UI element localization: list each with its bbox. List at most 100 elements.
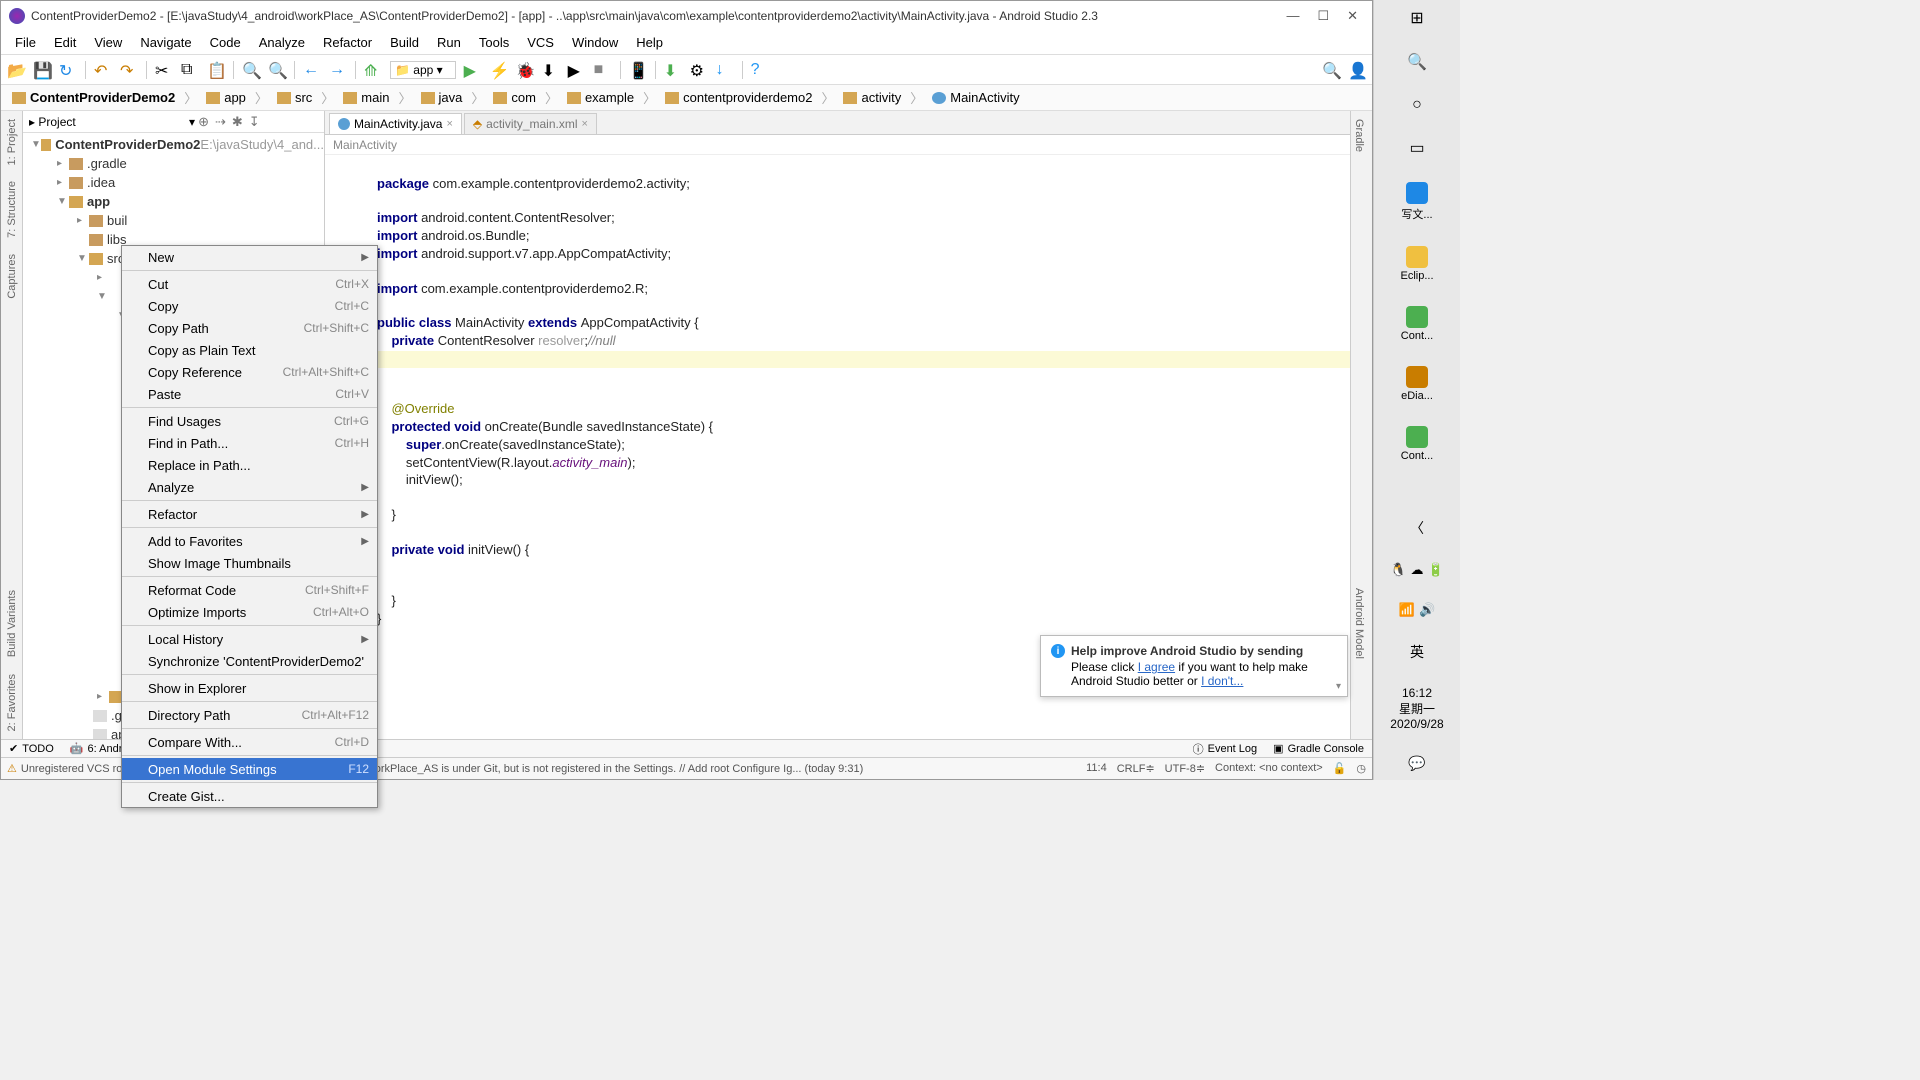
crumb-com[interactable]: com: [486, 87, 543, 108]
profile-icon[interactable]: 🐞: [516, 61, 534, 79]
ctx-optimize-imports[interactable]: Optimize ImportsCtrl+Alt+O: [122, 601, 377, 623]
troubleshoot-icon[interactable]: ↓: [716, 61, 734, 79]
cortana-icon[interactable]: ○: [1412, 96, 1422, 114]
help-icon[interactable]: ?: [751, 61, 769, 79]
close-button[interactable]: ✕: [1347, 8, 1358, 24]
menu-vcs[interactable]: VCS: [519, 33, 562, 52]
ctx-add-to-favorites[interactable]: Add to Favorites▶: [122, 530, 377, 552]
clock[interactable]: 16:12 星期一 2020/9/28: [1390, 686, 1443, 731]
tab-captures[interactable]: Captures: [4, 246, 20, 307]
search-icon[interactable]: 🔍: [1407, 52, 1427, 72]
action-center-icon[interactable]: 💬: [1408, 755, 1425, 772]
taskbar-app[interactable]: Cont...: [1401, 426, 1433, 462]
view-mode-selector[interactable]: ▸ Project ▾: [29, 115, 195, 129]
ctx-find-in-path[interactable]: Find in Path...Ctrl+H: [122, 432, 377, 454]
tray-icons[interactable]: 🐧☁🔋: [1390, 562, 1443, 578]
crumb-src[interactable]: src: [270, 87, 319, 108]
crumb-example[interactable]: example: [560, 87, 641, 108]
search-everywhere-icon[interactable]: 🔍: [1322, 61, 1340, 79]
menu-help[interactable]: Help: [628, 33, 671, 52]
menu-analyze[interactable]: Analyze: [251, 33, 313, 52]
crumb-java[interactable]: java: [414, 87, 470, 108]
proc-icon[interactable]: ◷: [1356, 762, 1366, 775]
paste-icon[interactable]: 📋: [207, 61, 225, 79]
scroll-to-icon[interactable]: ⊕: [195, 114, 212, 130]
replace-icon[interactable]: 🔍: [268, 61, 286, 79]
settings-icon[interactable]: ✱: [229, 114, 246, 130]
ctx-copy-as-plain-text[interactable]: Copy as Plain Text: [122, 339, 377, 361]
undo-icon[interactable]: ↶: [94, 61, 112, 79]
crumb-activity[interactable]: activity: [836, 87, 908, 108]
ctx-copy-path[interactable]: Copy PathCtrl+Shift+C: [122, 317, 377, 339]
tab-project[interactable]: 1: Project: [4, 111, 20, 173]
tab-build-variants[interactable]: Build Variants: [4, 582, 20, 665]
minimize-button[interactable]: —: [1286, 8, 1299, 24]
menu-navigate[interactable]: Navigate: [132, 33, 199, 52]
forward-icon[interactable]: →: [329, 61, 347, 79]
redo-icon[interactable]: ↷: [120, 61, 138, 79]
tab-layout[interactable]: ⬘activity_main.xml×: [464, 113, 597, 134]
ctx-refactor[interactable]: Refactor▶: [122, 503, 377, 525]
menu-tools[interactable]: Tools: [471, 33, 517, 52]
tab-gradle[interactable]: Gradle: [1351, 111, 1367, 160]
hide-icon[interactable]: ↧: [246, 114, 263, 130]
menu-bar[interactable]: File Edit View Navigate Code Analyze Ref…: [1, 31, 1372, 55]
menu-window[interactable]: Window: [564, 33, 626, 52]
tab-event-log[interactable]: ⓘ Event Log: [1185, 741, 1266, 757]
menu-view[interactable]: View: [86, 33, 130, 52]
caret-position[interactable]: 11:4: [1086, 762, 1107, 775]
dont-link[interactable]: I don't...: [1201, 674, 1243, 688]
sdk-icon[interactable]: ⬇: [664, 61, 682, 79]
ctx-directory-path[interactable]: Directory PathCtrl+Alt+F12: [122, 704, 377, 726]
ctx-paste[interactable]: PasteCtrl+V: [122, 383, 377, 405]
crumb-class[interactable]: MainActivity: [925, 87, 1026, 108]
menu-build[interactable]: Build: [382, 33, 427, 52]
ctx-cut[interactable]: CutCtrl+X: [122, 273, 377, 295]
stop-icon[interactable]: ■: [594, 61, 612, 79]
close-icon[interactable]: ×: [582, 118, 588, 130]
ctx-create-gist[interactable]: Create Gist...: [122, 785, 377, 807]
ctx-show-image-thumbnails[interactable]: Show Image Thumbnails: [122, 552, 377, 574]
menu-file[interactable]: File: [7, 33, 44, 52]
user-icon[interactable]: 👤: [1348, 61, 1366, 79]
save-icon[interactable]: 💾: [33, 61, 51, 79]
chevron-left-icon[interactable]: 〈: [1410, 518, 1424, 538]
lock-icon[interactable]: 🔓: [1333, 762, 1347, 775]
collapse-icon[interactable]: ⇢: [212, 114, 229, 130]
build-icon[interactable]: ⟰: [364, 61, 382, 79]
crumb-pkg[interactable]: contentproviderdemo2: [658, 87, 819, 108]
windows-icon[interactable]: ⊞: [1410, 8, 1423, 28]
ctx-copy[interactable]: CopyCtrl+C: [122, 295, 377, 317]
cut-icon[interactable]: ✂: [155, 61, 173, 79]
agree-link[interactable]: I agree: [1138, 660, 1175, 674]
taskview-icon[interactable]: ▭: [1409, 138, 1424, 158]
ime-indicator[interactable]: 英: [1410, 642, 1424, 662]
encoding[interactable]: UTF-8≑: [1165, 762, 1205, 775]
ctx-show-in-explorer[interactable]: Show in Explorer: [122, 677, 377, 699]
maximize-button[interactable]: ☐: [1317, 8, 1329, 24]
open-icon[interactable]: 📂: [7, 61, 25, 79]
taskbar-app[interactable]: Cont...: [1401, 306, 1433, 342]
ctx-local-history[interactable]: Local History▶: [122, 628, 377, 650]
menu-refactor[interactable]: Refactor: [315, 33, 380, 52]
context[interactable]: Context: <no context>: [1215, 762, 1323, 775]
line-ending[interactable]: CRLF≑: [1117, 762, 1155, 775]
ctx-reformat-code[interactable]: Reformat CodeCtrl+Shift+F: [122, 579, 377, 601]
tab-android-model[interactable]: Android Model: [1351, 580, 1367, 667]
tab-todo[interactable]: ✔ TODO: [1, 742, 62, 755]
project-structure-icon[interactable]: ⚙: [690, 61, 708, 79]
tab-mainactivity[interactable]: MainActivity.java×: [329, 113, 462, 134]
ctx-find-usages[interactable]: Find UsagesCtrl+G: [122, 410, 377, 432]
copy-icon[interactable]: ⧉: [181, 61, 199, 79]
run-icon[interactable]: ▶: [464, 61, 482, 79]
find-icon[interactable]: 🔍: [242, 61, 260, 79]
ctx-replace-in-path[interactable]: Replace in Path...: [122, 454, 377, 476]
ctx-synchronize-contentproviderdemo2[interactable]: Synchronize 'ContentProviderDemo2': [122, 650, 377, 672]
crumb-main[interactable]: main: [336, 87, 396, 108]
tab-favorites[interactable]: 2: Favorites: [4, 666, 20, 739]
tray-icons-2[interactable]: 📶🔊: [1399, 602, 1435, 618]
menu-run[interactable]: Run: [429, 33, 469, 52]
coverage-icon[interactable]: ▶: [568, 61, 586, 79]
notification[interactable]: iHelp improve Android Studio by sending …: [1040, 635, 1348, 697]
taskbar-app[interactable]: Eclip...: [1400, 246, 1433, 282]
